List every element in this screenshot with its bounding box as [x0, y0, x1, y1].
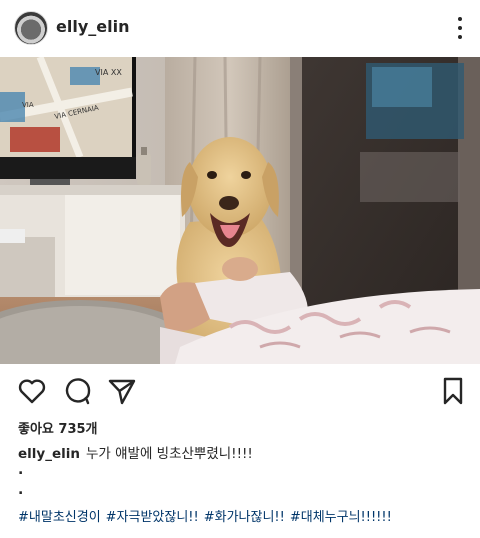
tv-map-street-2: VIA — [22, 101, 34, 109]
more-vertical-icon[interactable] — [454, 14, 466, 42]
post-header: elly_elin — [0, 0, 480, 56]
hashtag-link[interactable]: #자극받았잖니!! — [106, 510, 199, 525]
comment-icon[interactable] — [62, 376, 92, 406]
likes-count[interactable]: 좋아요 735개 — [18, 418, 98, 437]
caption-text: 누가 얘발에 빙초산뿌렸니!!!! — [85, 446, 253, 462]
post-actions-bar — [0, 372, 480, 412]
tv-map-text: VIA XX — [95, 68, 122, 77]
photo-scene: VIA XX VIA CERNAIA VIA — [0, 57, 480, 364]
send-icon[interactable] — [107, 376, 137, 406]
heart-icon[interactable] — [17, 376, 47, 406]
post-photo[interactable]: VIA XX VIA CERNAIA VIA — [0, 57, 480, 364]
hashtag-list: #내말초신경이 #자극받았잖니!! #화가나잖니!! #대체누구늬!!!!!! — [18, 506, 397, 525]
caption-dot-line: . — [18, 482, 24, 498]
caption-username[interactable]: elly_elin — [18, 446, 80, 462]
hashtag-link[interactable]: #대체누구늬!!!!!! — [290, 510, 392, 525]
hashtag-link[interactable]: #화가나잖니!! — [204, 510, 285, 525]
bookmark-icon[interactable] — [438, 376, 468, 406]
caption-dot-line: . — [18, 462, 24, 478]
post-username[interactable]: elly_elin — [56, 17, 129, 36]
avatar[interactable] — [14, 11, 48, 45]
post-caption: elly_elin 누가 얘발에 빙초산뿌렸니!!!! — [18, 442, 253, 462]
hashtag-link[interactable]: #내말초신경이 — [18, 510, 101, 525]
